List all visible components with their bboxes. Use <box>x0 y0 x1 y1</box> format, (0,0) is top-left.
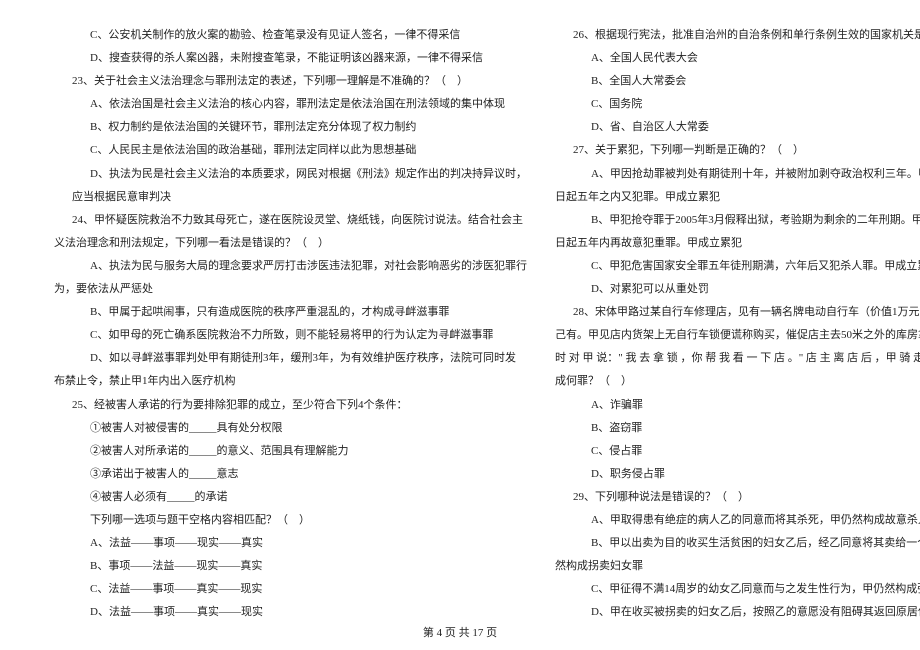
text-line: B、盗窃罪 <box>555 417 920 440</box>
text-line: D、搜查获得的杀人案凶器，未附搜查笔录，不能证明该凶器来源，一律不得采信 <box>54 47 527 70</box>
text-line: 24、甲怀疑医院救治不力致其母死亡，遂在医院设灵堂、烧纸钱，向医院讨说法。结合社… <box>54 209 527 232</box>
text-line: D、如以寻衅滋事罪判处甲有期徒刑3年，缓刑3年，为有效维护医疗秩序，法院可同时发 <box>54 347 527 370</box>
text-line: 布禁止令，禁止甲1年内出入医疗机构 <box>54 370 527 393</box>
text-line: A、甲取得患有绝症的病人乙的同意而将其杀死，甲仍然构成故意杀人罪 <box>555 509 920 532</box>
text-line: B、权力制约是依法治国的关键环节，罪刑法定充分体现了权力制约 <box>54 116 527 139</box>
text-line: A、诈骗罪 <box>555 394 920 417</box>
page-footer: 第 4 页 共 17 页 <box>0 624 920 640</box>
text-line: 然构成拐卖妇女罪 <box>555 555 920 578</box>
text-line: 28、宋体甲路过某自行车修理店，见有一辆名牌电动自行车（价值1万元）停在门口，欲… <box>555 301 920 324</box>
text-line: 25、经被害人承诺的行为要排除犯罪的成立，至少符合下列4个条件： <box>54 394 527 417</box>
text-line: ④被害人必须有_____的承诺 <box>54 486 527 509</box>
text-line: D、对累犯可以从重处罚 <box>555 278 920 301</box>
text-line: B、甲以出卖为目的收买生活贫困的妇女乙后，经乙同意将其卖给一个富裕人家为妻，甲仍 <box>555 532 920 555</box>
text-line: 为，要依法从严惩处 <box>54 278 527 301</box>
text-line: A、执法为民与服务大局的理念要求严厉打击涉医违法犯罪，对社会影响恶劣的涉医犯罪行 <box>54 255 527 278</box>
text-line: 26、根据现行宪法，批准自治州的自治条例和单行条例生效的国家机关是（ ） <box>555 24 920 47</box>
text-line: A、法益——事项——现实——真实 <box>54 532 527 555</box>
text-line: C、公安机关制作的放火案的勘验、检查笔录没有见证人签名，一律不得采信 <box>54 24 527 47</box>
text-line: 应当根据民意审判决 <box>54 186 527 209</box>
text-line: D、省、自治区人大常委 <box>555 116 920 139</box>
right-column: 26、根据现行宪法，批准自治州的自治条例和单行条例生效的国家机关是（ ）A、全国… <box>555 24 920 604</box>
text-line: D、执法为民是社会主义法治的本质要求，网民对根据《刑法》规定作出的判决持异议时， <box>54 163 527 186</box>
text-line: D、职务侵占罪 <box>555 463 920 486</box>
text-line: C、法益——事项——真实——现实 <box>54 578 527 601</box>
text-line: 己有。甲见店内货架上无自行车锁便谎称购买，催促店主去50米之外的库房拿货。店主临… <box>555 324 920 347</box>
text-line: 义法治理念和刑法规定，下列哪一看法是错误的？（ ） <box>54 232 527 255</box>
text-line: 29、下列哪种说法是错误的？（ ） <box>555 486 920 509</box>
text-line: 23、关于社会主义法治理念与罪刑法定的表述，下列哪一理解是不准确的？（ ） <box>54 70 527 93</box>
text-line: B、事项——法益——现实——真实 <box>54 555 527 578</box>
text-line: B、甲属于起哄闹事，只有造成医院的秩序严重混乱的，才构成寻衅滋事罪 <box>54 301 527 324</box>
text-line: 日起五年内再故意犯重罪。甲成立累犯 <box>555 232 920 255</box>
text-line: A、全国人民代表大会 <box>555 47 920 70</box>
text-line: D、甲在收买被拐卖的妇女乙后，按照乙的意愿没有阻碍其返回原居住地，对甲仍然应当追 <box>555 601 920 624</box>
text-line: D、法益——事项——真实——现实 <box>54 601 527 624</box>
left-column: C、公安机关制作的放火案的勘验、检查笔录没有见证人签名，一律不得采信D、搜查获得… <box>54 24 527 604</box>
text-line: 日起五年之内又犯罪。甲成立累犯 <box>555 186 920 209</box>
text-line: A、依法治国是社会主义法治的核心内容，罪刑法定是依法治国在刑法领域的集中体现 <box>54 93 527 116</box>
text-line: B、甲犯抢夺罪于2005年3月假释出狱，考验期为剩余的二年刑期。甲从假释考验期满… <box>555 209 920 232</box>
text-line: 时 对 甲 说：" 我 去 拿 锁 ，你 帮 我 看 一 下 店 。" 店 主 … <box>555 347 920 370</box>
text-line: C、甲犯危害国家安全罪五年徒刑期满，六年后又犯杀人罪。甲成立累犯 <box>555 255 920 278</box>
text-line: A、甲因抢劫罪被判处有期徒刑十年，并被附加剥夺政治权利三年。甲在附加刑执行完毕之 <box>555 163 920 186</box>
text-line: ②被害人对所承诺的_____的意义、范围具有理解能力 <box>54 440 527 463</box>
text-line: C、国务院 <box>555 93 920 116</box>
text-line: ③承诺出于被害人的_____意志 <box>54 463 527 486</box>
text-line: 下列哪一选项与题干空格内容相匹配？（ ） <box>54 509 527 532</box>
text-line: C、如甲母的死亡确系医院救治不力所致，则不能轻易将甲的行为认定为寻衅滋事罪 <box>54 324 527 347</box>
text-line: ①被害人对被侵害的_____具有处分权限 <box>54 417 527 440</box>
two-column-layout: C、公安机关制作的放火案的勘验、检查笔录没有见证人签名，一律不得采信D、搜查获得… <box>54 24 866 604</box>
text-line: C、侵占罪 <box>555 440 920 463</box>
text-line: 成何罪？（ ） <box>555 370 920 393</box>
text-line: C、甲征得不满14周岁的幼女乙同意而与之发生性行为，甲仍然构成强奸罪 <box>555 578 920 601</box>
text-line: C、人民民主是依法治国的政治基础，罪刑法定同样以此为思想基础 <box>54 139 527 162</box>
text-line: 27、关于累犯，下列哪一判断是正确的？（ ） <box>555 139 920 162</box>
text-line: B、全国人大常委会 <box>555 70 920 93</box>
